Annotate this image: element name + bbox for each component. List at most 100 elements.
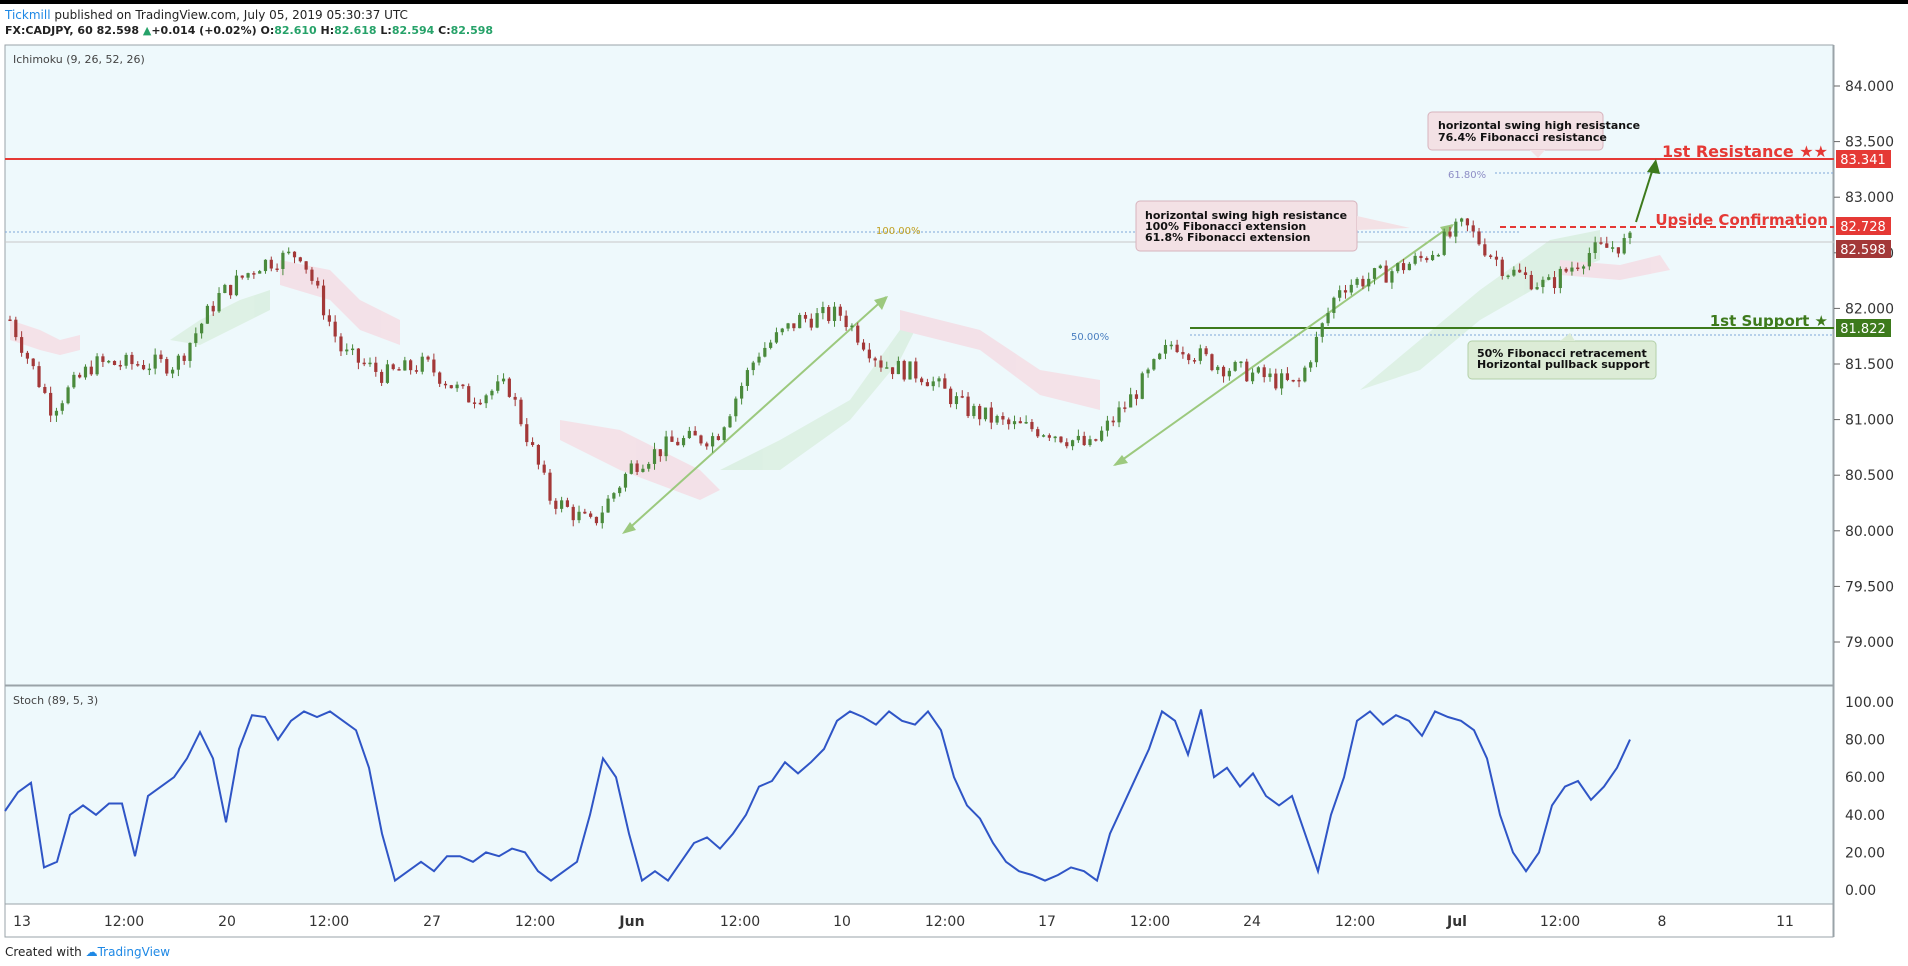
candle-body [1471, 225, 1475, 232]
time-tick: 20 [218, 914, 236, 930]
candle-body [1094, 439, 1098, 441]
candle-body [1320, 323, 1324, 337]
candle-body [1117, 407, 1121, 423]
candle-body [705, 443, 709, 447]
candle-body [78, 374, 82, 378]
candle-body [519, 399, 523, 425]
price-tick: 82.000 [1845, 301, 1894, 317]
candle-body [803, 314, 808, 319]
price-tick: 81.000 [1845, 413, 1894, 429]
time-tick: Jun [618, 914, 644, 930]
candle-body [635, 463, 639, 472]
candle-body [867, 349, 871, 359]
candle-body [420, 356, 424, 372]
candle-body [339, 336, 343, 352]
candle-body [380, 371, 384, 383]
candle-body [350, 348, 355, 351]
time-tick: Jul [1446, 914, 1467, 930]
stoch-tick: 40.00 [1845, 808, 1885, 824]
candle-body [1262, 367, 1266, 378]
candle-body [1169, 344, 1173, 347]
candle-body [83, 366, 88, 378]
candle-body [478, 402, 482, 405]
candle-body [1570, 267, 1574, 272]
candle-body [403, 360, 407, 371]
candle-body [112, 360, 117, 365]
candle-body [548, 472, 552, 501]
candle-body [670, 436, 674, 442]
candle-body [176, 355, 180, 370]
candle-body [1372, 268, 1377, 279]
candle-body [623, 473, 628, 488]
candle-body [710, 436, 715, 447]
candle-body [507, 378, 511, 397]
candle-body [838, 306, 842, 316]
candle-body [1204, 348, 1208, 355]
candle-body [1587, 253, 1591, 267]
candle-body [461, 384, 465, 387]
candle-body [1610, 247, 1615, 249]
candle-body [136, 364, 140, 366]
candle-body [95, 356, 99, 375]
stoch-label[interactable]: Stoch (89, 5, 3) [13, 694, 98, 707]
candle-body [734, 398, 738, 417]
candle-body [1303, 367, 1307, 382]
candle-body [484, 395, 488, 404]
candle-body [1349, 284, 1353, 293]
support-price-tag: 81.822 [1836, 319, 1891, 337]
candle-body [1622, 238, 1626, 254]
stoch-tick: 60.00 [1845, 770, 1885, 786]
candle-body [827, 307, 831, 322]
candle-body [722, 427, 726, 441]
candle-body [89, 366, 93, 375]
candle-body [1007, 419, 1011, 425]
candle-body [223, 284, 227, 293]
candle-body [769, 342, 773, 348]
price-tick: 83.000 [1845, 190, 1894, 206]
candle-body [1419, 255, 1423, 259]
candle-body [1384, 265, 1388, 283]
candle-body [240, 275, 244, 278]
ichimoku-label[interactable]: Ichimoku (9, 26, 52, 26) [13, 53, 145, 66]
stoch-tick: 100.00 [1845, 695, 1894, 711]
candle-body [1036, 429, 1040, 437]
time-tick: 12:00 [925, 914, 965, 930]
candle-body [443, 383, 448, 386]
candle-body [60, 403, 64, 411]
candle-body [1390, 271, 1394, 283]
candle-body [850, 325, 854, 328]
candle-body [1100, 430, 1104, 441]
candle-body [1605, 243, 1609, 248]
time-tick: 13 [13, 914, 31, 930]
time-tick: 8 [1658, 914, 1667, 930]
price-tick: 80.000 [1845, 524, 1894, 540]
chart-canvas[interactable]: Ichimoku (9, 26, 52, 26) Stoch (89, 5, 3… [0, 0, 1908, 966]
candle-body [693, 430, 697, 436]
candle-body [861, 342, 866, 350]
candle-body [1506, 275, 1510, 278]
candle-body [1477, 231, 1481, 245]
candle-body [118, 364, 122, 367]
candle-body [589, 513, 593, 517]
candle-body [1256, 367, 1260, 373]
candle-body [141, 364, 146, 370]
time-tick: 12:00 [720, 914, 760, 930]
candle-body [1111, 420, 1115, 423]
stoch-tick: 80.00 [1845, 733, 1885, 749]
candle-body [728, 416, 732, 428]
candle-body [159, 354, 163, 360]
time-tick: 11 [1776, 914, 1794, 930]
candle-body [745, 370, 750, 386]
time-tick: 27 [423, 914, 441, 930]
candle-body [1436, 254, 1440, 257]
tradingview-link[interactable]: TradingView [98, 945, 171, 959]
candle-body [1053, 436, 1057, 439]
resistance-label: 1st Resistance ★★ [1662, 142, 1828, 161]
candle-body [496, 381, 500, 391]
stoch-axis[interactable]: 100.00 80.00 60.00 40.00 20.00 0.00 [1845, 695, 1894, 899]
candle-body [298, 257, 302, 262]
resistance-price: 83.341 [1840, 153, 1886, 168]
candle-body [501, 378, 506, 382]
tradingview-logo-icon[interactable]: ☁ [86, 945, 98, 959]
candle-body [200, 323, 204, 334]
